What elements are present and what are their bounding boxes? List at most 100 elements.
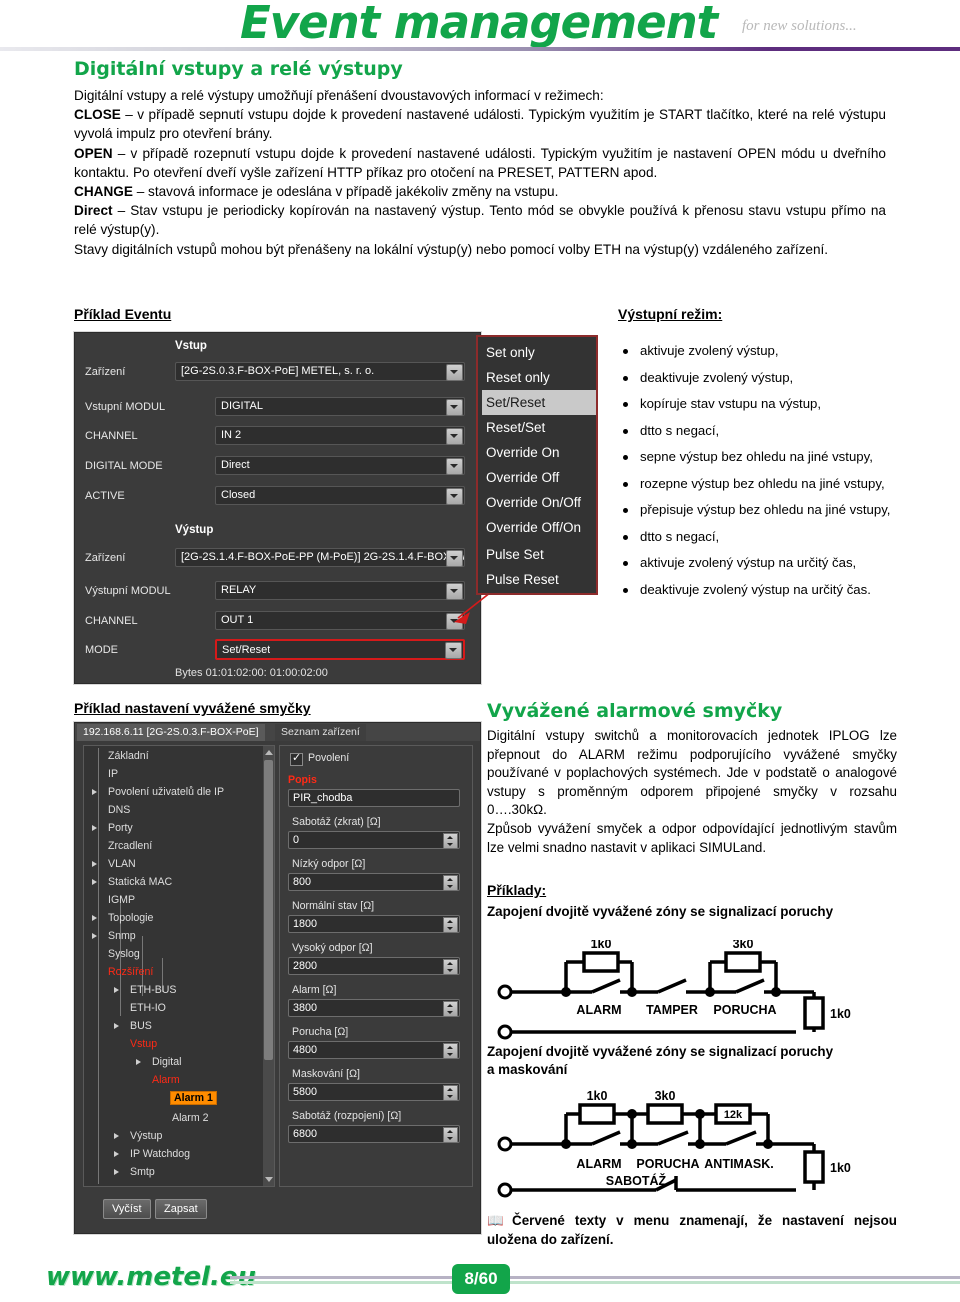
section1-intro: Digitální vstupy a relé výstupy umožňují… bbox=[74, 88, 604, 103]
chevron-right-icon[interactable] bbox=[136, 1059, 141, 1065]
footer-url[interactable]: www.metel.eu bbox=[46, 1262, 256, 1292]
field-sabotaz-zkrat[interactable]: 0 bbox=[288, 831, 460, 849]
chevron-down-icon[interactable] bbox=[446, 428, 463, 445]
tree-node[interactable]: VLAN bbox=[108, 858, 136, 870]
tree-node[interactable]: IP Watchdog bbox=[130, 1148, 190, 1160]
chevron-down-icon[interactable] bbox=[446, 399, 463, 416]
field-vysoky-odpor[interactable]: 2800 bbox=[288, 957, 460, 975]
chevron-right-icon[interactable] bbox=[114, 987, 119, 993]
tree-node[interactable]: IGMP bbox=[108, 894, 135, 906]
tree-node[interactable]: Snmp bbox=[108, 930, 136, 942]
mode-dropdown-popup[interactable]: Set only Reset only Set/Reset Reset/Set … bbox=[476, 335, 598, 595]
resistor-label-2: 3k0 bbox=[733, 940, 754, 951]
tree-node[interactable]: Syslog bbox=[108, 948, 140, 960]
field-normalni-stav[interactable]: 1800 bbox=[288, 915, 460, 933]
combo-zarizeni-in-value: [2G-2S.0.3.F-BOX-PoE] METEL, s. r. o. bbox=[181, 365, 375, 377]
povoleni-checkbox[interactable] bbox=[290, 751, 303, 766]
chevron-right-icon[interactable] bbox=[92, 879, 97, 885]
stepper-icon[interactable] bbox=[443, 917, 458, 933]
combo-vstupni-modul[interactable]: DIGITAL bbox=[215, 397, 465, 416]
tree-node[interactable]: Základní bbox=[108, 750, 149, 762]
field-nizky-odpor[interactable]: 800 bbox=[288, 873, 460, 891]
list-item: aktivuje zvolený výstup na určitý čas, bbox=[618, 550, 948, 577]
tab-device[interactable]: 192.168.6.11 [2G-2S.0.3.F-BOX-PoE] bbox=[77, 724, 265, 741]
tree-node[interactable]: Zrcadlení bbox=[108, 840, 152, 852]
popup-item-5[interactable]: Override Off bbox=[482, 465, 596, 490]
tree-node[interactable]: Statická MAC bbox=[108, 876, 172, 888]
tree-node[interactable]: Digital bbox=[152, 1056, 181, 1068]
chevron-right-icon[interactable] bbox=[114, 1133, 119, 1139]
tree-node[interactable]: ETH-IO bbox=[130, 1002, 166, 1014]
alarm-settings-pane: Povolení Popis PIR_chodba Sabotáž (zkrat… bbox=[279, 745, 473, 1187]
chevron-down-icon[interactable] bbox=[446, 458, 463, 475]
popup-item-3[interactable]: Reset/Set bbox=[482, 415, 596, 440]
stepper-icon[interactable] bbox=[443, 875, 458, 891]
popup-item-9[interactable]: Pulse Reset bbox=[482, 567, 596, 592]
tree-node[interactable]: Topologie bbox=[108, 912, 153, 924]
popup-item-0[interactable]: Set only bbox=[482, 340, 596, 365]
field-popis[interactable]: PIR_chodba bbox=[288, 789, 460, 807]
tree-scrollbar[interactable] bbox=[263, 746, 274, 1186]
chevron-right-icon[interactable] bbox=[92, 789, 97, 795]
combo-zarizeni-in[interactable]: [2G-2S.0.3.F-BOX-PoE] METEL, s. r. o. bbox=[175, 362, 465, 381]
tree-node-alarm[interactable]: Alarm bbox=[152, 1074, 180, 1086]
chevron-right-icon[interactable] bbox=[92, 933, 97, 939]
combo-active[interactable]: Closed bbox=[215, 486, 465, 505]
combo-channel-out[interactable]: OUT 1 bbox=[215, 611, 465, 630]
stepper-icon[interactable] bbox=[443, 833, 458, 849]
field-sabotaz-rozpojeni[interactable]: 6800 bbox=[288, 1125, 460, 1143]
popup-item-8[interactable]: Pulse Set bbox=[482, 542, 596, 567]
settings-tree[interactable]: Základní IP Povolení uživatelů dle IP DN… bbox=[83, 745, 275, 1187]
combo-zarizeni-out[interactable]: [2G-2S.1.4.F-BOX-PoE-PP (M-PoE)] 2G-2S.1… bbox=[175, 548, 465, 567]
popup-item-2-selected[interactable]: Set/Reset bbox=[482, 390, 596, 415]
section2-body: Digitální vstupy switchů a monitorovacíc… bbox=[487, 727, 897, 857]
field-maskovani[interactable]: 5800 bbox=[288, 1083, 460, 1101]
tree-node[interactable]: Výstup bbox=[130, 1130, 162, 1142]
stepper-icon[interactable] bbox=[443, 1001, 458, 1017]
tree-node[interactable]: ETH-BUS bbox=[130, 984, 177, 996]
chevron-down-icon[interactable] bbox=[446, 488, 463, 505]
combo-digital-mode[interactable]: Direct bbox=[215, 456, 465, 475]
combo-channel-in[interactable]: IN 2 bbox=[215, 426, 465, 445]
scroll-down-icon[interactable] bbox=[265, 1177, 273, 1182]
combo-mode[interactable]: Set/Reset bbox=[215, 639, 465, 660]
field-alarm[interactable]: 3800 bbox=[288, 999, 460, 1017]
stepper-icon[interactable] bbox=[443, 959, 458, 975]
chevron-right-icon[interactable] bbox=[114, 1023, 119, 1029]
resistor-label-2: 3k0 bbox=[655, 1089, 676, 1103]
stepper-icon[interactable] bbox=[443, 1043, 458, 1059]
zapsat-button[interactable]: Zapsat bbox=[155, 1199, 207, 1219]
tree-node[interactable]: Porty bbox=[108, 822, 133, 834]
tree-node-vstup[interactable]: Vstup bbox=[130, 1038, 157, 1050]
stepper-icon[interactable] bbox=[443, 1127, 458, 1143]
stepper-icon[interactable] bbox=[443, 1085, 458, 1101]
tree-node[interactable]: Povolení uživatelů dle IP bbox=[108, 786, 224, 798]
tree-node-rozsireni[interactable]: Rozšíření bbox=[108, 966, 153, 978]
scroll-up-icon[interactable] bbox=[265, 750, 273, 755]
end-resistor-label: 1k0 bbox=[830, 1007, 851, 1021]
scrollbar-thumb[interactable] bbox=[264, 760, 273, 1060]
chevron-right-icon[interactable] bbox=[114, 1151, 119, 1157]
tree-node[interactable]: Smtp bbox=[130, 1166, 155, 1178]
popup-item-7[interactable]: Override Off/On bbox=[482, 515, 596, 540]
tree-node[interactable]: BUS bbox=[130, 1020, 152, 1032]
combo-vystupni-modul[interactable]: RELAY bbox=[215, 581, 465, 600]
vycist-button[interactable]: Vyčíst bbox=[103, 1199, 151, 1219]
switch-label-alarm: ALARM bbox=[576, 1003, 621, 1017]
chevron-down-icon[interactable] bbox=[446, 364, 463, 381]
tree-node[interactable]: DNS bbox=[108, 804, 130, 816]
field-porucha[interactable]: 4800 bbox=[288, 1041, 460, 1059]
tree-node-alarm-1-selected[interactable]: Alarm 1 bbox=[170, 1091, 217, 1105]
tree-node-alarm-2[interactable]: Alarm 2 bbox=[172, 1112, 209, 1124]
popup-item-4[interactable]: Override On bbox=[482, 440, 596, 465]
chevron-right-icon[interactable] bbox=[92, 915, 97, 921]
tab-device-list[interactable]: Seznam zařízení bbox=[275, 724, 366, 741]
book-icon: 📖 bbox=[487, 1213, 504, 1228]
popup-item-1[interactable]: Reset only bbox=[482, 365, 596, 390]
chevron-right-icon[interactable] bbox=[114, 1169, 119, 1175]
chevron-right-icon[interactable] bbox=[92, 861, 97, 867]
chevron-right-icon[interactable] bbox=[92, 825, 97, 831]
section1-body: Digitální vstupy a relé výstupy umožňují… bbox=[74, 86, 886, 259]
tree-node[interactable]: IP bbox=[108, 768, 118, 780]
popup-item-6[interactable]: Override On/Off bbox=[482, 490, 596, 515]
